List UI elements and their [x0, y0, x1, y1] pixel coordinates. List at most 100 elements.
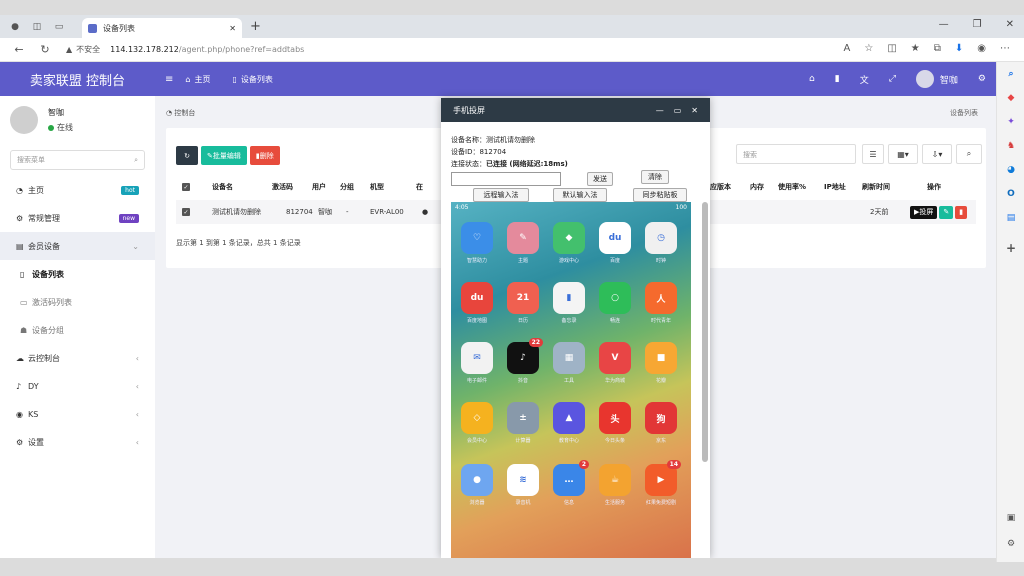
more-menu-icon[interactable]: ⋯ — [1000, 43, 1010, 54]
app-icon[interactable]: ▲ 教育中心 — [549, 402, 589, 444]
download-icon[interactable]: ⬇ — [955, 43, 963, 54]
back-icon[interactable]: ← — [12, 43, 26, 56]
workspaces-icon[interactable]: ◫ — [30, 20, 44, 34]
col-ip[interactable]: IP地址 — [824, 182, 862, 192]
col-group[interactable]: 分组 — [340, 182, 370, 192]
sidebar-search-input[interactable]: 搜索菜单 ⌕ — [10, 150, 145, 170]
add-panel-icon[interactable]: + — [997, 236, 1024, 260]
search-button[interactable]: ⌕ — [956, 144, 982, 164]
header-user[interactable]: 智咖 — [915, 70, 958, 88]
favorites-icon[interactable]: ★ — [911, 43, 920, 54]
app-icon[interactable]: ≋ 录音机 — [503, 464, 543, 506]
app-icon[interactable]: ◇ 会员中心 — [457, 402, 497, 444]
select-all-checkbox[interactable]: ✓ — [176, 183, 212, 191]
app-icon[interactable]: ○ 畅连 — [595, 282, 635, 324]
app-icon[interactable]: ± 计算器 — [503, 402, 543, 444]
col-name[interactable]: 设备名 — [212, 182, 272, 192]
restore-icon[interactable]: ❐ — [973, 19, 982, 30]
app-icon[interactable]: ▮ 备忘录 — [549, 282, 589, 324]
screenshot-icon[interactable]: ▣ — [997, 506, 1024, 530]
default-ime-button[interactable]: 默认输入法 — [553, 188, 607, 202]
col-version[interactable]: 应版本 — [710, 182, 750, 192]
app-icon[interactable]: 21 日历 — [503, 282, 543, 324]
app-icon[interactable]: 人时代青年 — [641, 282, 681, 324]
clear-button[interactable]: 清除 — [641, 170, 669, 184]
delete-row-button[interactable]: ▮ — [955, 205, 968, 219]
browser-tab-active[interactable]: 设备列表 ✕ — [82, 18, 242, 38]
phone-window-titlebar[interactable]: 手机投屏 — ▭ ✕ — [441, 98, 710, 122]
sidebar-item-member-devices[interactable]: ▤ 会员设备 ⌄ — [0, 232, 155, 260]
app-icon[interactable]: ✉ 电子邮件 — [457, 342, 497, 384]
sidebar-item-home[interactable]: ◔ 主页 hot — [0, 176, 155, 204]
sidebar-item-general[interactable]: ⚙ 常规管理 new — [0, 204, 155, 232]
app-icon[interactable]: ◷ 时钟 — [641, 222, 681, 264]
app-icon[interactable]: ♪ 22 抖音 — [503, 338, 543, 384]
settings-gear-icon[interactable]: ⚙ — [997, 532, 1024, 556]
settings-icon[interactable]: ⚙ — [978, 74, 986, 84]
header-nav-home[interactable]: ⌂ 主页 — [185, 74, 210, 85]
remote-ime-button[interactable]: 远程输入法 — [473, 188, 529, 202]
phone-screen[interactable]: 4:05 100 ♡ 智慧助力 ✎ 主题 ◆ 游戏中心 du 百度 ◷ 时钟 du 百度地图 21 日历 ▮… — [451, 202, 691, 558]
app-icon[interactable]: ◆ 游戏中心 — [549, 222, 589, 264]
window-close-icon[interactable]: ✕ — [1006, 19, 1014, 30]
refresh-icon[interactable]: ↻ — [38, 43, 52, 56]
trash-icon[interactable]: ▮ — [835, 74, 840, 84]
refresh-button[interactable]: ↻ — [176, 146, 198, 165]
edit-row-button[interactable]: ✎ — [939, 205, 954, 219]
col-usage[interactable]: 使用率% — [778, 182, 824, 192]
app-icon[interactable]: du 百度 — [595, 222, 635, 264]
columns-button[interactable]: ▦▾ — [888, 144, 918, 164]
sidebar-item-settings[interactable]: ⚙ 设置 ‹ — [0, 428, 155, 456]
extension-icon[interactable]: ◉ — [977, 43, 986, 54]
minimize-icon[interactable]: — — [939, 19, 949, 30]
favorite-star-icon[interactable]: ☆ — [864, 43, 873, 54]
drop-icon[interactable]: ▤ — [997, 206, 1024, 230]
tab-actions-icon[interactable]: ▭ — [52, 20, 66, 34]
home-shortcut-icon[interactable]: ⌂ — [809, 74, 815, 84]
games-icon[interactable]: ♞ — [997, 134, 1024, 158]
header-nav-devices[interactable]: ▯ 设备列表 — [232, 74, 272, 85]
split-screen-icon[interactable]: ◫ — [887, 43, 896, 54]
app-icon[interactable]: ▦ 工具 — [549, 342, 589, 384]
menu-toggle-icon[interactable]: ≡ — [165, 74, 173, 85]
table-search-input[interactable]: 搜索 — [736, 144, 856, 164]
app-icon[interactable]: ✎ 主题 — [503, 222, 543, 264]
sidebar-item-device-groups[interactable]: ☗ 设备分组 — [0, 316, 155, 344]
office-icon[interactable]: ◕ — [997, 158, 1024, 182]
sidebar-item-cloud[interactable]: ☁ 云控制台 ‹ — [0, 344, 155, 372]
app-icon[interactable]: ☕ 生活服务 — [595, 464, 635, 506]
export-button[interactable]: ⇩▾ — [922, 144, 952, 164]
col-model[interactable]: 机型 — [370, 182, 416, 192]
sidebar-item-dy[interactable]: ♪ DY ‹ — [0, 372, 155, 400]
toggle-view-button[interactable]: ☰ — [862, 144, 884, 164]
sidebar-item-activation-codes[interactable]: ▭ 激活码列表 — [0, 288, 155, 316]
cast-screen-button[interactable]: ▶ 投屏 — [910, 205, 938, 219]
new-tab-icon[interactable]: + — [250, 19, 261, 34]
breadcrumb-label[interactable]: 控制台 — [174, 109, 195, 117]
shopping-icon[interactable]: ◆ — [997, 86, 1024, 110]
col-user[interactable]: 用户 — [312, 182, 340, 192]
app-icon[interactable]: … 2 信息 — [549, 460, 589, 506]
read-aloud-icon[interactable]: A — [844, 43, 851, 54]
app-icon[interactable]: ● 浏览器 — [457, 464, 497, 506]
batch-edit-button[interactable]: ✎ 批量编辑 — [201, 146, 247, 165]
app-icon[interactable]: 头今日头条 — [595, 402, 635, 444]
app-icon[interactable]: du 百度地图 — [457, 282, 497, 324]
language-icon[interactable]: 文 — [860, 73, 869, 86]
maximize-icon[interactable]: ▭ — [674, 106, 682, 115]
profile-icon[interactable]: ● — [8, 20, 22, 34]
col-code[interactable]: 激活码 — [272, 182, 312, 192]
app-icon[interactable]: V 华为商城 — [595, 342, 635, 384]
app-icon[interactable]: 狗京东 — [641, 402, 681, 444]
sidebar-item-device-list[interactable]: ▯ 设备列表 — [0, 260, 155, 288]
app-icon[interactable]: ■ 花瓣 — [641, 342, 681, 384]
phone-window-scrollbar[interactable] — [702, 202, 708, 462]
outlook-icon[interactable]: O — [997, 182, 1024, 206]
app-icon[interactable]: ▶ 14 红果免费短剧 — [641, 460, 681, 506]
tools-icon[interactable]: ✦ — [997, 110, 1024, 134]
text-input[interactable] — [451, 172, 561, 186]
url-field[interactable]: ▲ 不安全 114.132.178.212 /agent.php/phone?r… — [66, 44, 304, 55]
app-icon[interactable]: ♡ 智慧助力 — [457, 222, 497, 264]
search-icon[interactable]: ⌕ — [997, 62, 1024, 86]
close-icon[interactable]: ✕ — [691, 106, 698, 115]
